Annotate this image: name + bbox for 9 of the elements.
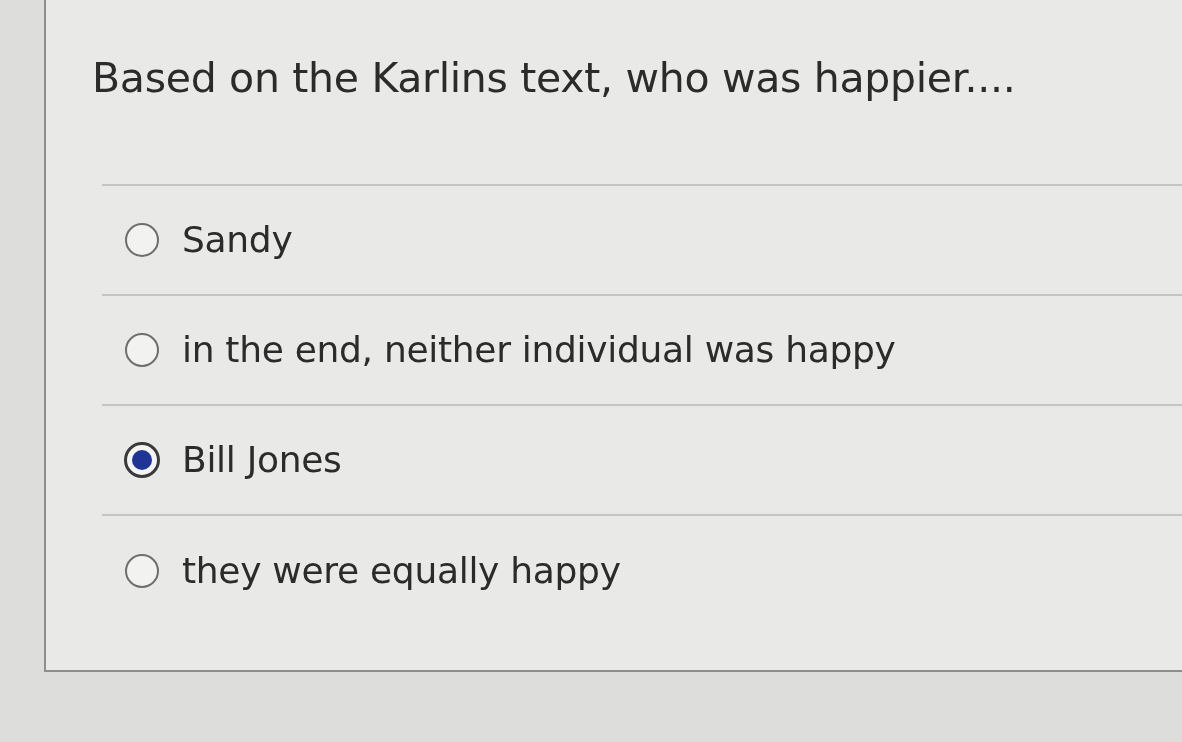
radio-button[interactable] xyxy=(124,442,160,478)
radio-button[interactable] xyxy=(124,553,160,589)
option-label: they were equally happy xyxy=(182,549,621,593)
radio-button[interactable] xyxy=(124,222,160,258)
option-label: in the end, neither individual was happy xyxy=(182,328,896,372)
option-label: Sandy xyxy=(182,218,293,262)
radio-button[interactable] xyxy=(124,332,160,368)
option-label: Bill Jones xyxy=(182,438,342,482)
question-text: Based on the Karlins text, who was happier.... xyxy=(92,53,1016,104)
